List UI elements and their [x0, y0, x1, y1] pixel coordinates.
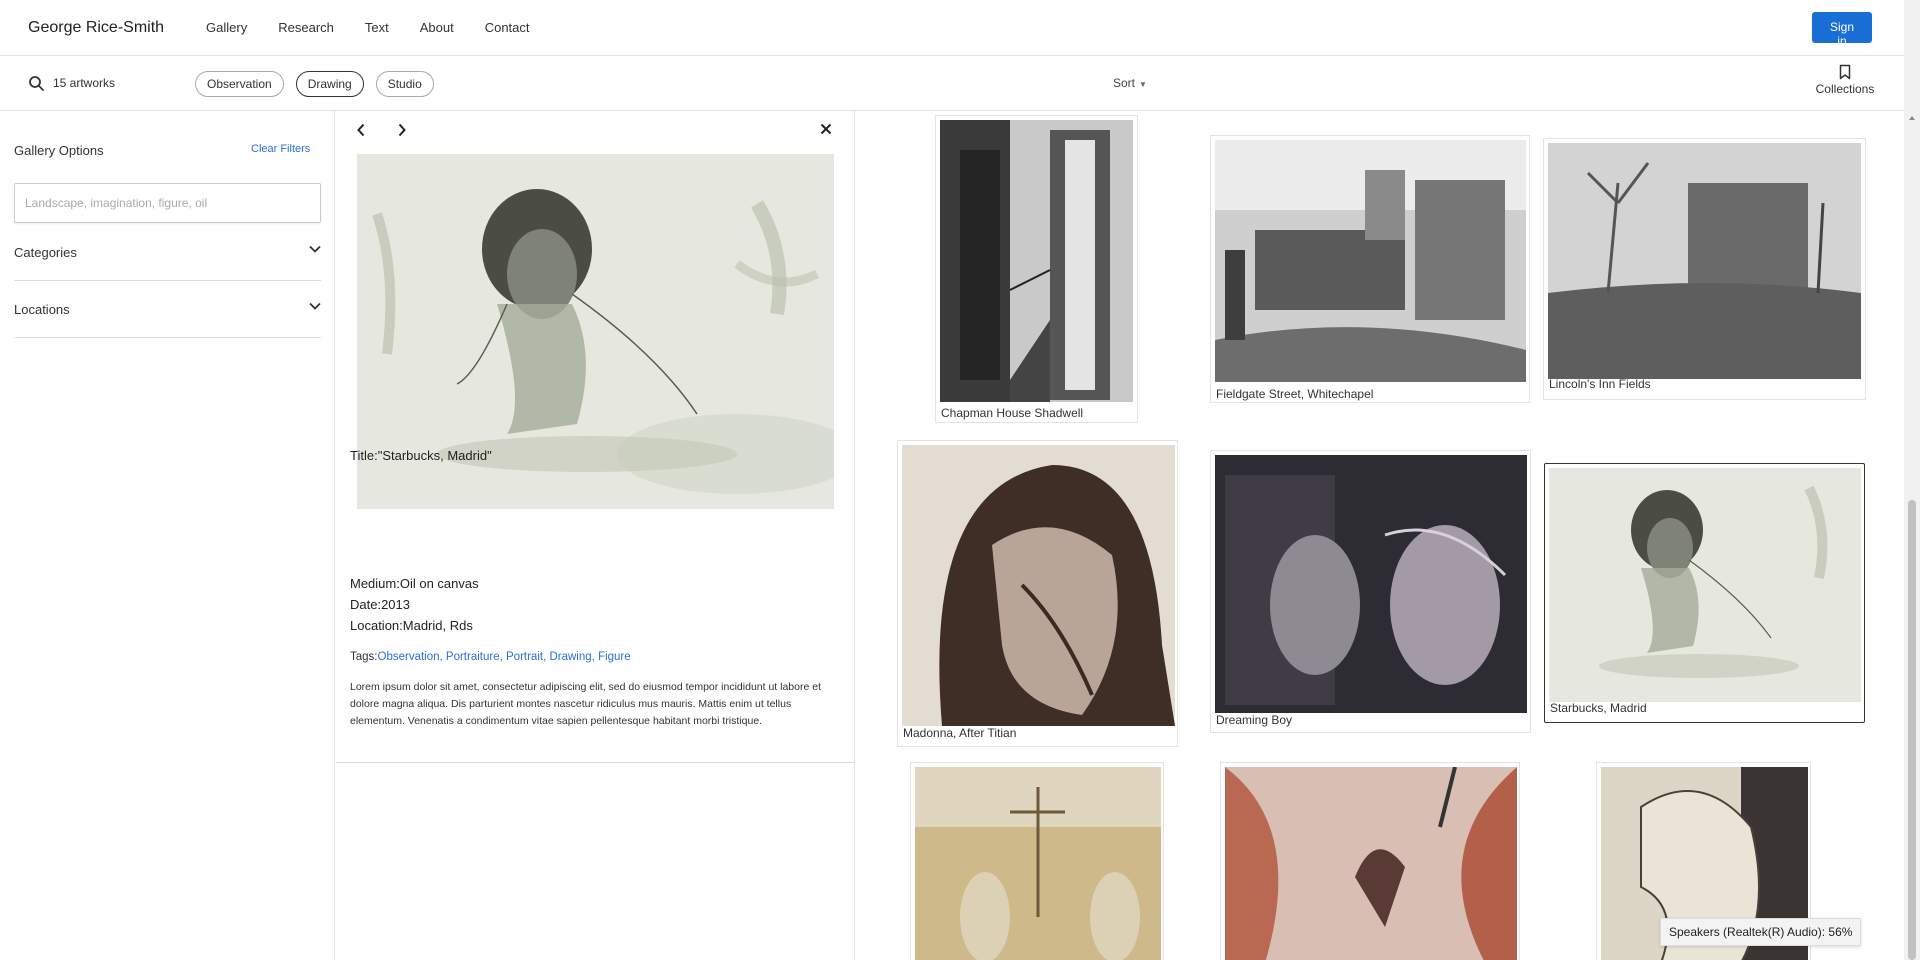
detail-tags: Tags:Observation, Portraiture, Portrait,… [350, 651, 631, 663]
sidebar-title: Gallery Options [14, 143, 104, 158]
caret-down-icon: ▼ [1139, 80, 1147, 89]
artwork-card[interactable]: Madonna, After Titian [897, 440, 1178, 747]
chip-studio[interactable]: Studio [375, 71, 434, 97]
artwork-thumbnail [1225, 767, 1517, 960]
tag-link[interactable]: Observation, [378, 651, 443, 663]
location-label: Location: [350, 618, 403, 633]
nav-contact[interactable]: Contact [485, 20, 530, 35]
locations-accordion[interactable]: Locations [14, 282, 321, 338]
date-label: Date: [350, 597, 382, 612]
gallery-search-input[interactable] [14, 183, 321, 223]
filter-chips: Observation Drawing Studio [195, 71, 434, 97]
filter-bar: 15 artworks Observation Drawing Studio S… [0, 56, 1904, 111]
chevron-right-icon[interactable] [397, 123, 407, 137]
gallery-options-sidebar: Gallery Options Clear Filters Categories… [0, 111, 335, 960]
artwork-thumbnail [1215, 455, 1527, 713]
medium-label: Medium: [350, 576, 400, 591]
chevron-left-icon[interactable] [356, 123, 366, 137]
categories-label: Categories [14, 245, 77, 260]
artwork-thumbnail [1548, 143, 1861, 379]
artwork-caption: Starbucks, Madrid [1550, 701, 1647, 715]
artwork-caption: Dreaming Boy [1216, 713, 1293, 727]
artwork-card-selected[interactable]: Starbucks, Madrid [1544, 463, 1865, 723]
title-label: Title: [350, 448, 378, 463]
artwork-card[interactable] [910, 762, 1164, 960]
clear-filters-link[interactable]: Clear Filters [251, 143, 310, 155]
collections-button[interactable]: Collections [1813, 64, 1877, 96]
artwork-thumbnail [915, 767, 1161, 960]
search-icon[interactable] [28, 75, 45, 92]
artwork-caption: Fieldgate Street, Whitechapel [1216, 387, 1374, 401]
tag-link[interactable]: Figure [598, 651, 631, 663]
artwork-caption: Madonna, After Titian [903, 726, 1017, 740]
sort-label: Sort [1113, 76, 1136, 90]
sort-dropdown[interactable]: Sort ▼ [1113, 76, 1147, 90]
medium-value: Oil on canvas [399, 576, 479, 591]
chip-observation[interactable]: Observation [195, 71, 284, 97]
artwork-caption: Lincoln's Inn Fields [1549, 377, 1651, 391]
close-icon[interactable] [820, 123, 832, 135]
nav-about[interactable]: About [420, 20, 454, 35]
tag-link[interactable]: Drawing, [549, 651, 594, 663]
artwork-detail-panel: Title:"Starbucks, Madrid" Medium:Oil on … [336, 111, 855, 763]
artwork-thumbnail [1549, 468, 1861, 702]
detail-medium: Medium:Oil on canvas [350, 576, 479, 591]
detail-date: Date:2013 [350, 597, 410, 612]
categories-accordion[interactable]: Categories [14, 225, 321, 281]
title-value: "Starbucks, Madrid" [377, 448, 492, 463]
locations-label: Locations [14, 302, 70, 317]
bookmark-icon [1839, 64, 1851, 80]
nav-links: Gallery Research Text About Contact [206, 20, 560, 35]
scroll-up-arrow-icon[interactable] [1909, 116, 1915, 120]
page-scrollbar[interactable] [1904, 0, 1920, 960]
chevron-down-icon [309, 302, 321, 310]
artwork-card[interactable] [1220, 762, 1520, 960]
artwork-thumbnail [902, 445, 1175, 726]
chevron-down-icon [309, 245, 321, 253]
nav-research[interactable]: Research [278, 20, 334, 35]
artwork-thumbnail [1215, 140, 1526, 382]
collections-label: Collections [1815, 82, 1875, 96]
artwork-card[interactable]: Chapman House Shadwell [935, 115, 1138, 423]
detail-title: Title:"Starbucks, Madrid" [350, 448, 492, 463]
detail-panel-filler [336, 763, 855, 960]
date-value: 2013 [381, 597, 410, 612]
tag-link[interactable]: Portraiture, [446, 651, 503, 663]
artwork-card[interactable]: Fieldgate Street, Whitechapel [1210, 135, 1530, 403]
artwork-card[interactable]: Lincoln's Inn Fields [1543, 138, 1866, 400]
nav-gallery[interactable]: Gallery [206, 20, 247, 35]
volume-toast: Speakers (Realtek(R) Audio): 56% [1660, 918, 1862, 946]
nav-text[interactable]: Text [365, 20, 389, 35]
sign-in-button[interactable]: Sign in [1812, 12, 1872, 48]
chip-drawing[interactable]: Drawing [295, 71, 364, 97]
detail-location: Location:Madrid, Rds [350, 618, 473, 633]
location-value: Madrid, Rds [402, 618, 473, 633]
artwork-description: Lorem ipsum dolor sit amet, consectetur … [350, 681, 821, 727]
artwork-caption: Chapman House Shadwell [941, 406, 1084, 420]
tags-label: Tags: [350, 651, 378, 663]
artwork-card[interactable]: Dreaming Boy [1210, 450, 1531, 733]
top-nav: George Rice-Smith Gallery Research Text … [0, 0, 1904, 56]
scrollbar-thumb[interactable] [1908, 500, 1916, 960]
site-brand[interactable]: George Rice-Smith [28, 19, 164, 37]
artwork-thumbnail [940, 120, 1133, 402]
tag-link[interactable]: Portrait, [506, 651, 546, 663]
artwork-count: 15 artworks [53, 76, 116, 90]
